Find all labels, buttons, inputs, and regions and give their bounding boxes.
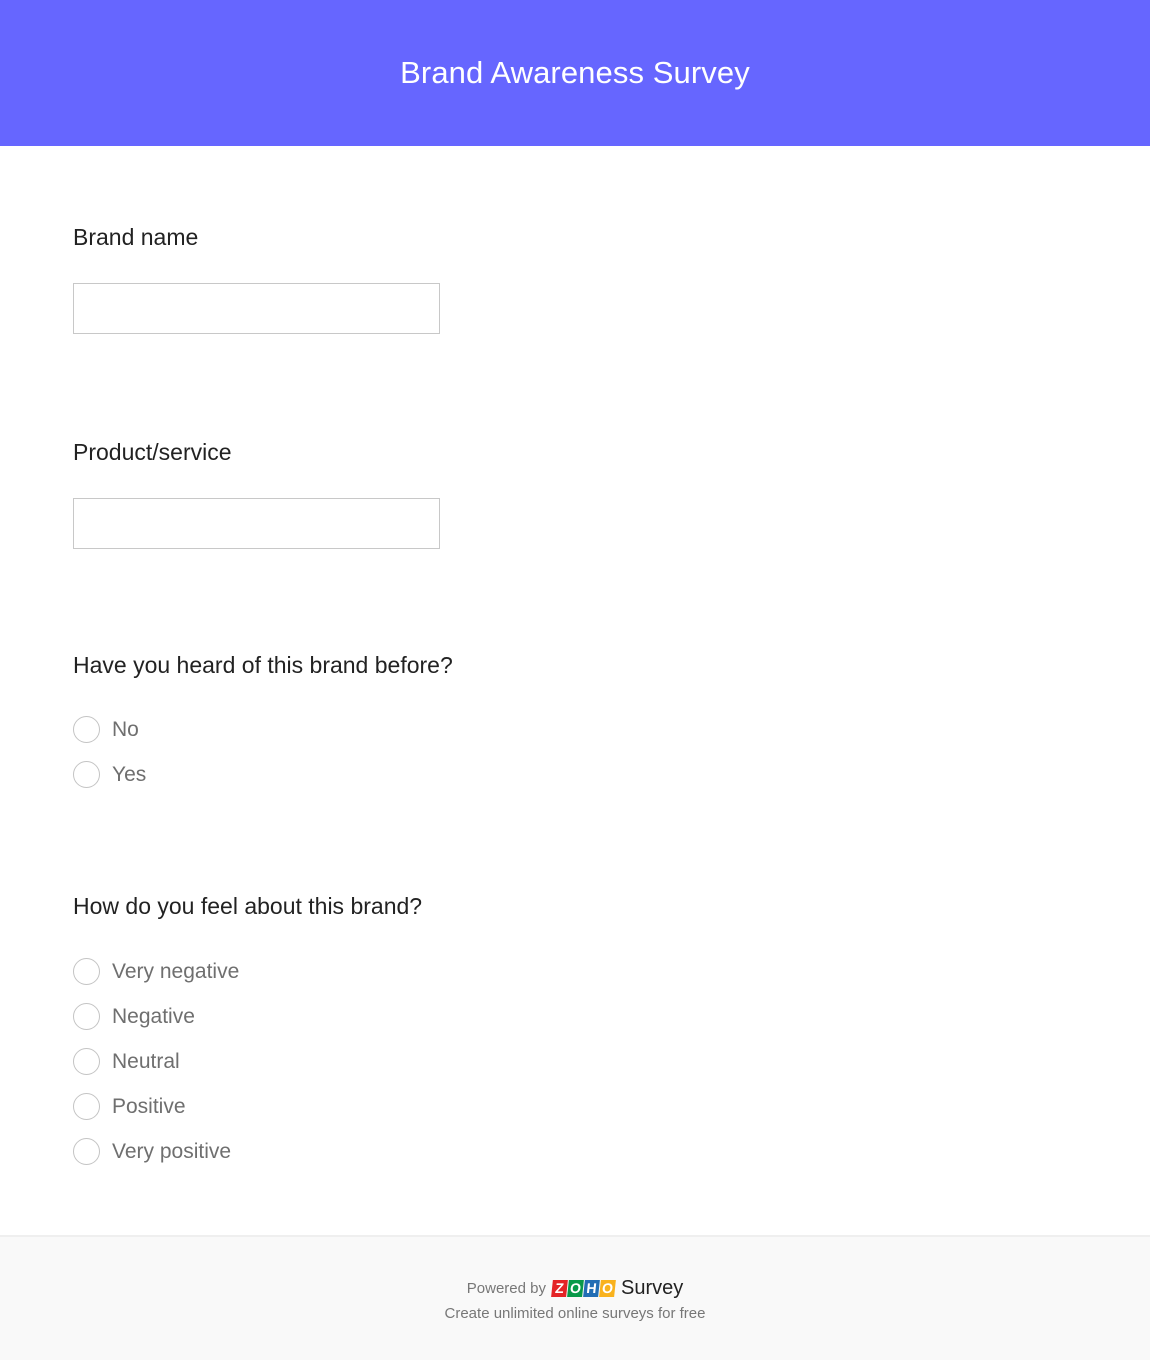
radio-option-no[interactable]: No	[73, 716, 139, 743]
question-product-service-label: Product/service	[73, 439, 232, 465]
zoho-letter: Z	[551, 1280, 568, 1297]
radio-button[interactable]	[73, 761, 100, 788]
footer-tagline[interactable]: Create unlimited online surveys for free	[0, 1305, 1150, 1322]
radio-option-label: Very positive	[112, 1139, 232, 1163]
survey-title: Brand Awareness Survey	[400, 55, 750, 90]
zoho-letter: H	[583, 1280, 600, 1297]
radio-option-label: Very negative	[112, 959, 240, 983]
radio-button[interactable]	[73, 1138, 100, 1165]
product-name: Survey	[620, 1277, 684, 1299]
radio-option-neutral[interactable]: Neutral	[73, 1048, 180, 1075]
radio-button[interactable]	[73, 1093, 100, 1120]
radio-button[interactable]	[73, 1048, 100, 1075]
question-heard-before-label: Have you heard of this brand before?	[73, 652, 453, 678]
radio-option-label: Positive	[112, 1094, 186, 1118]
survey-body: Brand name Product/service Have you hear…	[0, 146, 1150, 1235]
radio-option-label: Negative	[112, 1004, 195, 1028]
radio-option-label: Neutral	[112, 1049, 180, 1073]
zoho-letter: O	[599, 1280, 616, 1297]
question-brand-name-label: Brand name	[73, 224, 199, 250]
radio-option-yes[interactable]: Yes	[73, 761, 146, 788]
radio-option-positive[interactable]: Positive	[73, 1093, 186, 1120]
product-service-input[interactable]	[73, 498, 440, 549]
radio-option-negative[interactable]: Negative	[73, 1003, 195, 1030]
radio-button[interactable]	[73, 716, 100, 743]
footer: Powered by Z O H O Survey Create unlimit…	[0, 1235, 1150, 1360]
radio-option-very-positive[interactable]: Very positive	[73, 1138, 231, 1165]
brand-name-input[interactable]	[73, 283, 440, 334]
powered-by-link[interactable]: Powered by Z O H O Survey	[0, 1277, 1150, 1300]
zoho-logo-icon: Z O H O	[551, 1280, 617, 1297]
survey-header: Brand Awareness Survey	[0, 0, 1150, 146]
question-brand-feeling-label: How do you feel about this brand?	[73, 893, 423, 919]
radio-option-very-negative[interactable]: Very negative	[73, 958, 239, 985]
radio-button[interactable]	[73, 1003, 100, 1030]
powered-by-text: Powered by	[466, 1280, 546, 1297]
radio-button[interactable]	[73, 958, 100, 985]
radio-option-label: No	[112, 717, 139, 741]
zoho-letter: O	[567, 1280, 584, 1297]
radio-option-label: Yes	[112, 762, 147, 786]
